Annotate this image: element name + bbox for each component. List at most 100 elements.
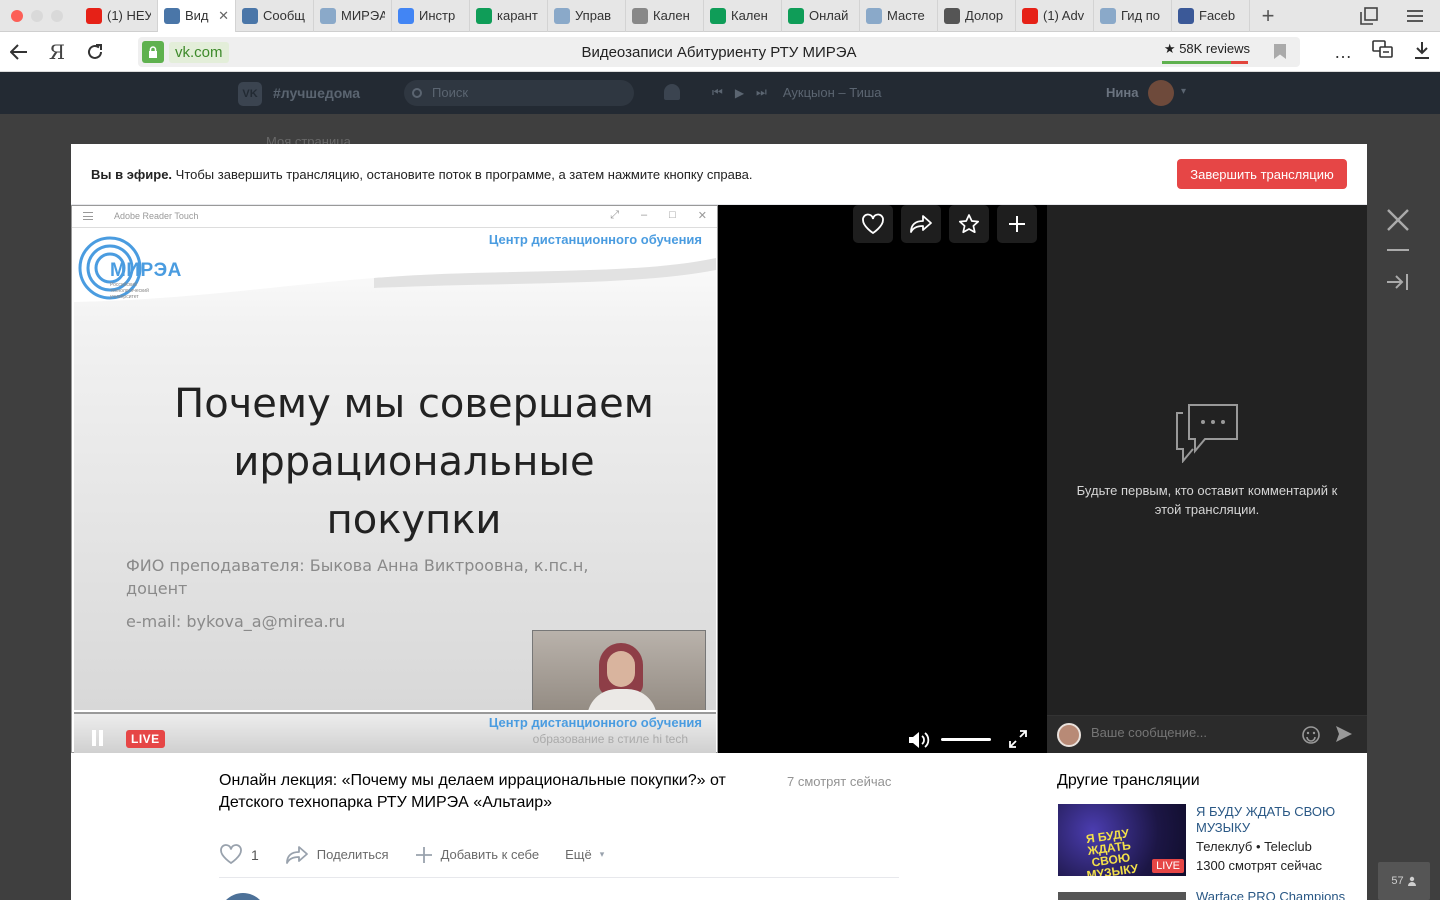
share-button[interactable]: Поделиться xyxy=(285,845,389,865)
stream-thumbnail[interactable] xyxy=(1058,892,1186,900)
bookmark-icon[interactable] xyxy=(1274,44,1286,59)
vk-audio-player: ⏮ ▶ ⏭ Аукцыон – Тиша xyxy=(712,85,882,100)
browser-tab[interactable]: Гид по xyxy=(1094,0,1172,32)
browser-tab[interactable]: Кален xyxy=(704,0,782,32)
download-icon[interactable] xyxy=(1414,41,1430,64)
more-button[interactable]: Ещё ▾ xyxy=(565,847,604,862)
share-arrow-icon xyxy=(285,845,308,864)
browser-tab-label: (1) НЕУ xyxy=(107,8,151,23)
more-dots-icon[interactable]: … xyxy=(1334,42,1352,63)
url-field[interactable]: vk.com Видеозаписи Абитуриенту РТУ МИРЭА… xyxy=(138,37,1300,67)
browser-tab[interactable]: Инстр xyxy=(392,0,470,32)
divider xyxy=(219,877,899,878)
tab-manager-icon[interactable] xyxy=(1358,5,1380,27)
lock-icon[interactable] xyxy=(142,41,164,63)
browser-tab[interactable]: Faceb xyxy=(1172,0,1250,32)
vk-user-name[interactable]: Нина xyxy=(1106,85,1138,100)
chevron-down-icon[interactable]: ▾ xyxy=(1181,86,1186,97)
comments-panel: Будьте первым, кто оставит комментарий к… xyxy=(1047,205,1367,753)
new-tab-button[interactable]: + xyxy=(1250,3,1286,29)
stream-title-link[interactable]: Я БУДУ ЖДАТЬ СВОЮ МУЗЫКУ xyxy=(1196,804,1356,836)
vk-search-input[interactable]: Поиск xyxy=(404,80,634,106)
pause-icon[interactable] xyxy=(91,730,105,746)
back-button[interactable] xyxy=(0,32,38,72)
stream-title-link[interactable]: Warface PRO Champions xyxy=(1196,892,1345,900)
send-icon[interactable] xyxy=(1335,725,1353,743)
translate-icon[interactable] xyxy=(1372,39,1394,65)
end-broadcast-button[interactable]: Завершить трансляцию xyxy=(1177,159,1347,189)
on-air-strong: Вы в эфире. xyxy=(91,167,173,182)
fullscreen-icon[interactable] xyxy=(1009,730,1027,748)
share-video-button[interactable] xyxy=(901,205,941,243)
close-icon[interactable] xyxy=(1384,206,1412,234)
other-stream-item[interactable]: Warface PRO Champions xyxy=(1058,892,1358,900)
vk-message-icon xyxy=(242,7,258,24)
vk-hashtag[interactable]: #лучшедома xyxy=(273,85,360,101)
minimize-window-button[interactable] xyxy=(31,9,43,22)
other-stream-item[interactable]: Я БУДУ ЖДАТЬ СВОЮ МУЗЫКУ LIVE Я БУДУ ЖДА… xyxy=(1058,804,1358,876)
add-video-button[interactable] xyxy=(997,205,1037,243)
stream-author[interactable]: Телеклуб • Teleclub xyxy=(1196,839,1312,854)
share-arrow-icon xyxy=(910,215,932,233)
like-button[interactable]: 1 xyxy=(219,844,259,865)
youtube-icon xyxy=(1022,7,1038,24)
next-track-icon[interactable]: ⏭ xyxy=(756,85,767,100)
like-video-button[interactable] xyxy=(853,205,893,243)
volume-slider[interactable] xyxy=(941,738,991,741)
browser-tab[interactable]: Масте xyxy=(860,0,938,32)
close-tab-icon[interactable]: ✕ xyxy=(218,8,229,24)
mirea-icon xyxy=(1100,7,1116,24)
browser-tab-label: Faceb xyxy=(1199,8,1236,23)
video-title: Онлайн лекция: «Почему мы делаем иррацио… xyxy=(219,772,726,811)
on-air-text: Чтобы завершить трансляцию, остановите п… xyxy=(172,167,753,182)
browser-tab[interactable]: Управ xyxy=(548,0,626,32)
video-controls: LIVE xyxy=(71,725,1047,753)
browser-tab-label: Долор xyxy=(965,8,1004,23)
play-icon[interactable]: ▶ xyxy=(735,86,744,100)
minimize-icon[interactable] xyxy=(1387,249,1409,251)
reload-button[interactable] xyxy=(76,32,114,72)
hamburger-menu-icon[interactable] xyxy=(1404,5,1426,27)
browser-tab[interactable]: МИРЭА xyxy=(314,0,392,32)
browser-tab[interactable]: Долор xyxy=(938,0,1016,32)
comment-composer xyxy=(1047,715,1367,753)
zoom-window-button[interactable] xyxy=(51,9,63,22)
yandex-logo[interactable]: Я xyxy=(38,32,76,72)
online-counter[interactable]: 57 xyxy=(1378,862,1430,900)
close-window-button[interactable] xyxy=(11,9,23,22)
browser-tab[interactable]: (1) Adv xyxy=(1016,0,1094,32)
browser-tab[interactable]: Онлай xyxy=(782,0,860,32)
slide-title-line: покупки xyxy=(326,497,502,543)
window-controls xyxy=(0,9,80,22)
mirea-logo: МИРЭА xyxy=(110,260,182,281)
browser-tab[interactable]: Сообщ xyxy=(236,0,314,32)
vk-user-avatar[interactable] xyxy=(1148,80,1174,106)
video-actions xyxy=(853,205,1037,243)
browser-tab[interactable]: Кален xyxy=(626,0,704,32)
reader-menu-icon xyxy=(83,212,93,220)
notifications-bell-icon[interactable] xyxy=(664,84,680,100)
address-bar-actions: … xyxy=(1334,32,1430,72)
browser-tab[interactable]: карант xyxy=(470,0,548,32)
vk-logo[interactable]: VK xyxy=(238,82,262,106)
mirea-icon xyxy=(320,7,336,24)
reader-titlebar: Adobe Reader Touch ⤢ – □ ✕ xyxy=(72,206,717,228)
reviews-badge[interactable]: ★ 58K reviews xyxy=(1164,41,1250,57)
slide-title-line: иррациональные xyxy=(233,439,595,485)
video-player[interactable]: Adobe Reader Touch ⤢ – □ ✕ МИРЭА Российс… xyxy=(71,205,1047,753)
volume-icon[interactable] xyxy=(907,731,931,749)
url-domain[interactable]: vk.com xyxy=(169,41,229,63)
dock-right-icon[interactable] xyxy=(1386,272,1410,292)
browser-tab[interactable]: Вид ✕ xyxy=(158,0,236,32)
search-icon xyxy=(412,88,422,98)
favorite-video-button[interactable] xyxy=(949,205,989,243)
stream-thumbnail[interactable]: Я БУДУ ЖДАТЬ СВОЮ МУЗЫКУ LIVE xyxy=(1058,804,1186,876)
emoji-icon[interactable] xyxy=(1301,725,1321,745)
previous-track-icon[interactable]: ⏮ xyxy=(712,85,723,100)
add-to-my-videos-button[interactable]: Добавить к себе xyxy=(415,846,539,864)
current-track[interactable]: Аукцыон – Тиша xyxy=(783,85,882,100)
comment-input[interactable] xyxy=(1091,725,1291,740)
browser-tab[interactable]: (1) НЕУ xyxy=(80,0,158,32)
plus-icon xyxy=(1009,216,1025,232)
author-avatar[interactable] xyxy=(219,893,267,900)
